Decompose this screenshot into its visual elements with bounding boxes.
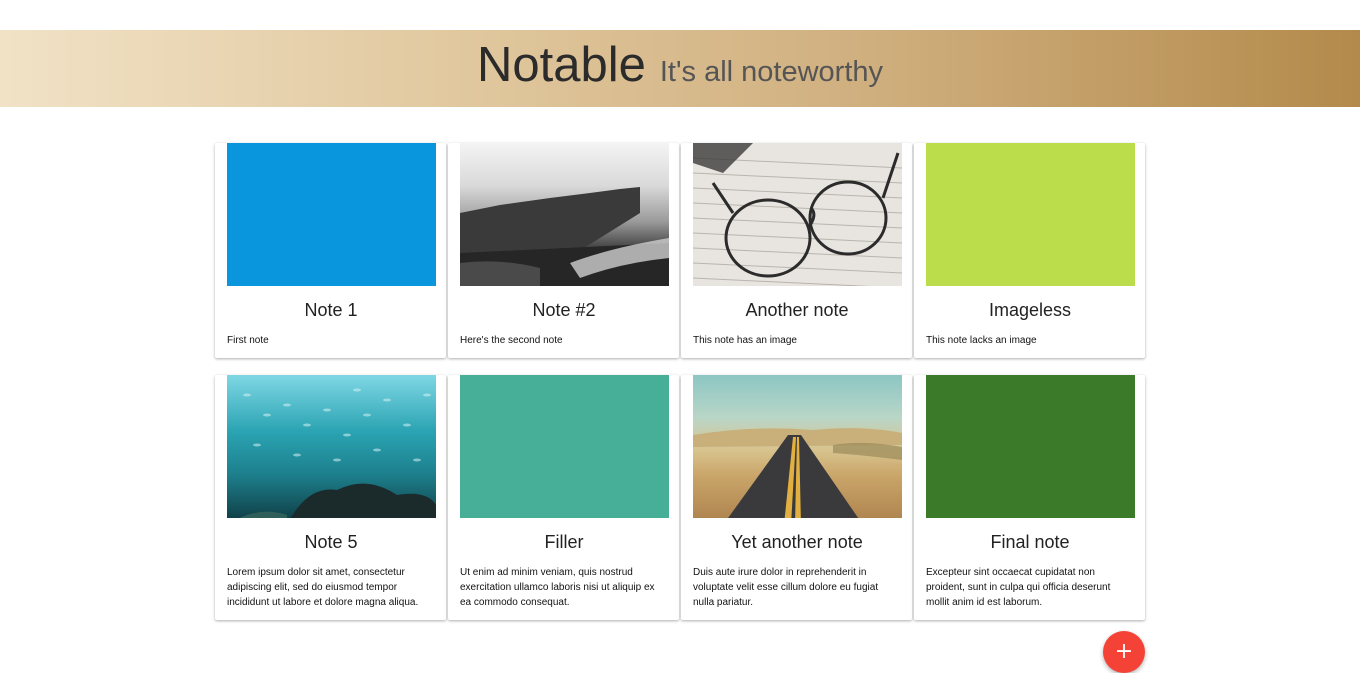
note-card[interactable]: Note 1 First note: [215, 143, 446, 358]
note-text: Here's the second note: [460, 335, 563, 346]
note-text: Ut enim ad minim veniam, quis nostrud ex…: [460, 567, 655, 608]
note-image-fish-reef: [227, 375, 436, 518]
note-card[interactable]: Note 5 Lorem ipsum dolor sit amet, conse…: [215, 375, 446, 620]
note-text: First note: [227, 335, 269, 346]
note-card[interactable]: Yet another note Duis aute irure dolor i…: [681, 375, 912, 620]
note-text: This note has an image: [693, 335, 797, 346]
note-image-desert-road: [693, 375, 902, 518]
note-color-block: [227, 143, 436, 286]
note-color-block: [926, 143, 1135, 286]
notes-grid: Note 1 First note Note #2 Here's the sec…: [215, 143, 1145, 620]
note-title: Note 5: [304, 532, 358, 552]
note-card[interactable]: Filler Ut enim ad minim veniam, quis nos…: [448, 375, 679, 620]
note-text: Lorem ipsum dolor sit amet, consectetur …: [227, 567, 419, 608]
app-title: Notable: [476, 37, 646, 92]
note-color-block: [926, 375, 1135, 518]
note-text: This note lacks an image: [926, 335, 1037, 346]
note-title: Yet another note: [731, 532, 863, 552]
note-title: Final note: [990, 532, 1070, 552]
note-color-block: [460, 375, 669, 518]
note-text: Duis aute irure dolor in reprehenderit i…: [693, 567, 879, 608]
app-tagline: It's all noteworthy: [659, 55, 884, 88]
note-card[interactable]: Note #2 Here's the second note: [448, 143, 679, 358]
note-card[interactable]: Another note This note has an image: [681, 143, 912, 358]
note-card[interactable]: Imageless This note lacks an image: [914, 143, 1145, 358]
note-title: Another note: [745, 300, 849, 320]
note-title: Imageless: [988, 300, 1072, 320]
brand: Notable It's all noteworthy: [477, 37, 883, 93]
note-text: Excepteur sint occaecat cupidatat non pr…: [926, 567, 1111, 608]
note-title: Filler: [544, 532, 584, 552]
plus-icon: +: [1114, 639, 1134, 664]
note-card[interactable]: Final note Excepteur sint occaecat cupid…: [914, 375, 1145, 620]
add-note-button[interactable]: +: [1103, 631, 1145, 673]
note-title: Note 1: [304, 300, 358, 320]
note-image-sea-cliffs: [460, 143, 669, 286]
note-title: Note #2: [532, 300, 596, 320]
header-banner: Notable It's all noteworthy: [0, 30, 1360, 107]
note-image-eyeglasses: [693, 143, 902, 286]
